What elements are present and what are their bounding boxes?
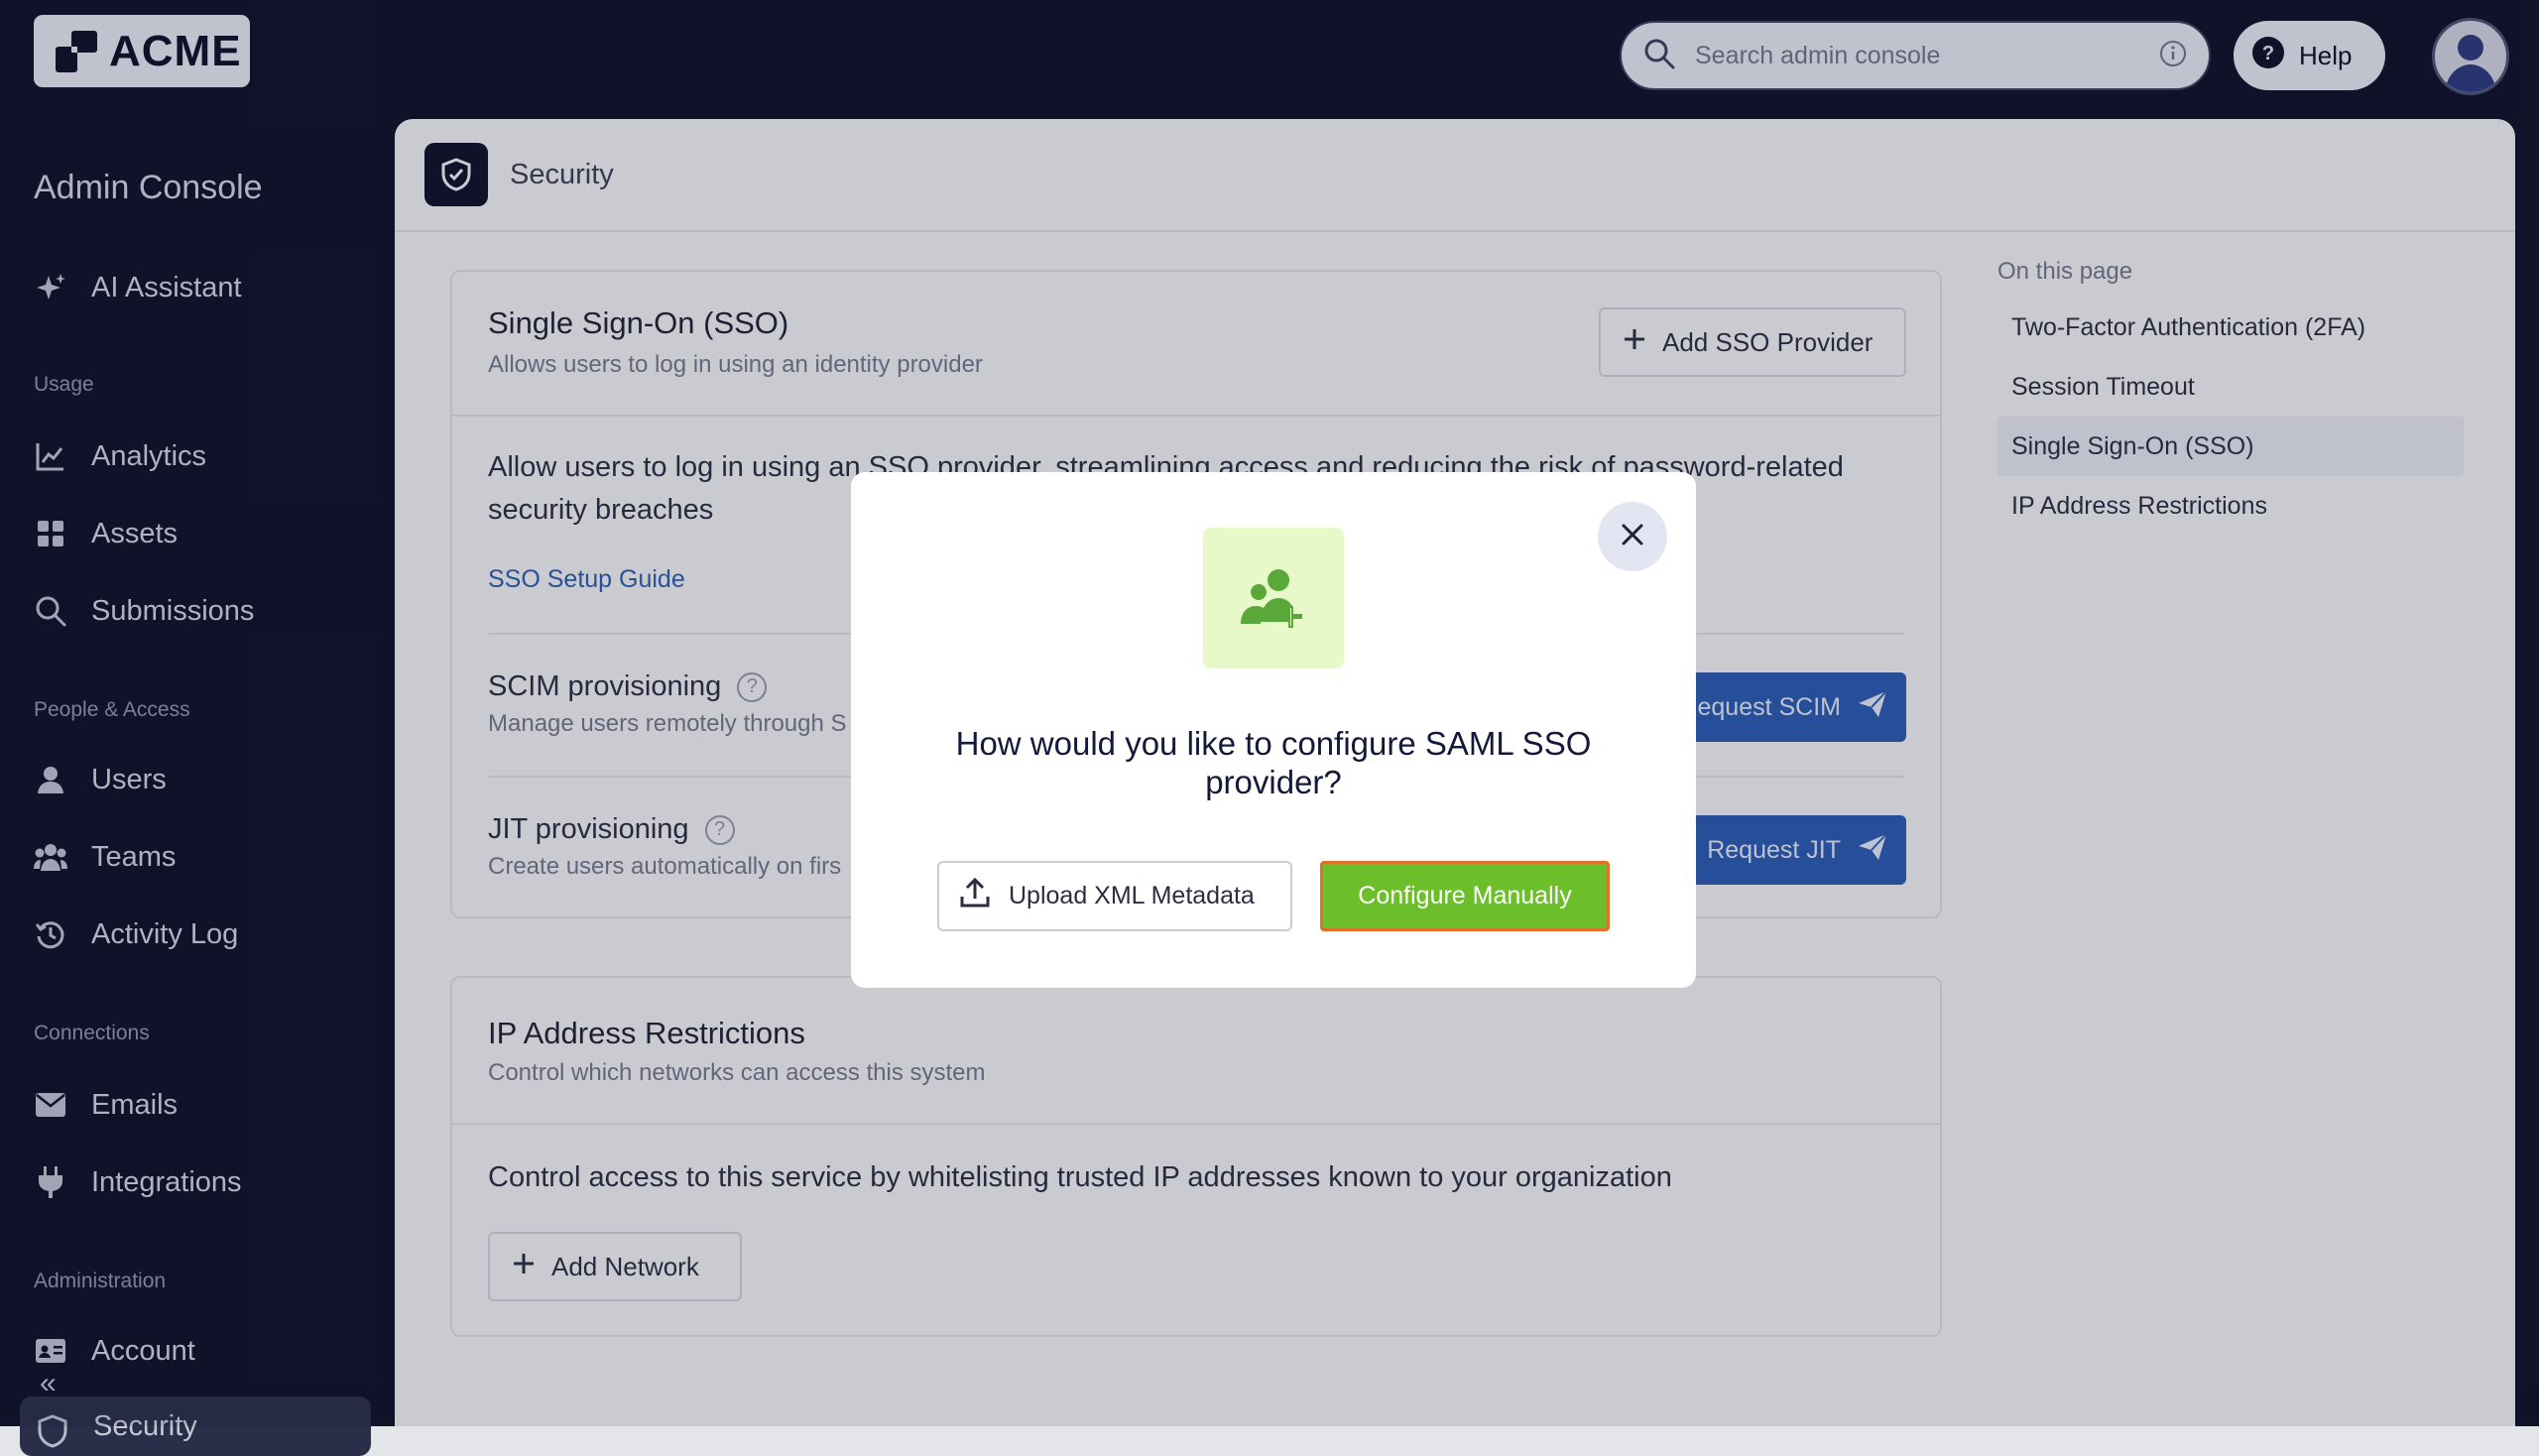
add-user-icon — [1203, 528, 1344, 668]
configure-manually-button[interactable]: Configure Manually — [1320, 861, 1610, 931]
close-button[interactable] — [1598, 502, 1667, 571]
upload-xml-metadata-label: Upload XML Metadata — [1009, 882, 1255, 910]
modal-question: How would you like to configure SAML SSO… — [955, 725, 1592, 800]
saml-config-modal: How would you like to configure SAML SSO… — [851, 472, 1696, 988]
upload-xml-metadata-button[interactable]: Upload XML Metadata — [937, 861, 1292, 931]
upload-icon — [959, 877, 991, 915]
close-icon — [1622, 524, 1643, 550]
